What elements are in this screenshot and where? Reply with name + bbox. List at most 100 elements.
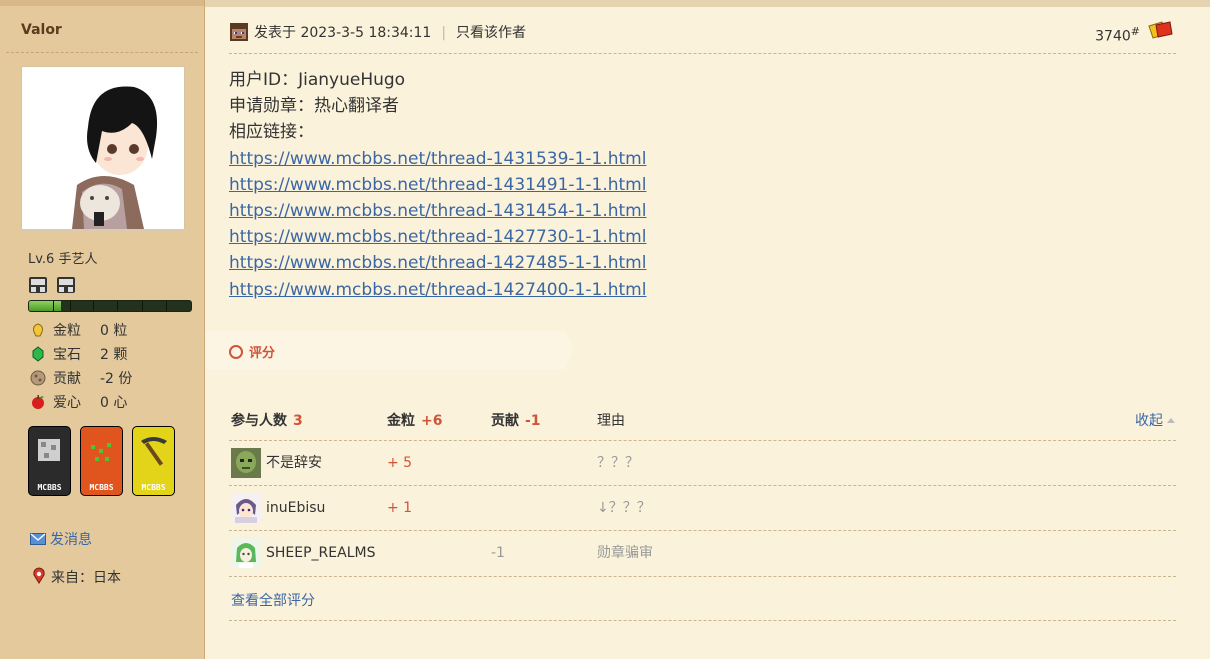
participants-label: 参与人数 [231,413,287,429]
divider [6,52,198,53]
collapse-ratings-button[interactable]: 收起 [1135,410,1176,430]
gold-label: 金粒 [387,413,415,429]
thread-link[interactable]: https://www.mcbbs.net/thread-1427485-1-1… [229,250,646,276]
stat-label: 爱心 [53,395,81,411]
stat-value: 0 粒 [100,323,128,339]
floor-number-value: 3740 [1095,28,1131,45]
stat-value: 2 颗 [100,347,128,363]
rater-name[interactable]: 不是辞安 [266,448,322,478]
steve-head-icon [230,23,248,41]
location-label: 来自： [51,570,93,586]
user-location: 来自：日本 [30,567,121,587]
author-sidebar: Valor Lv.6 手艺人 金粒 0 粒 宝石 2 颗 贡献 -2 份 爱心 … [0,0,205,659]
apple-icon [30,394,46,410]
stat-label: 宝石 [53,347,81,363]
contrib-total: -1 [525,413,541,429]
stat-gems: 宝石 2 颗 [30,346,127,364]
report-flag-icon[interactable] [1146,20,1174,46]
caret-up-icon [1167,418,1175,423]
post-time: 2023-3-5 18:34:11 [300,25,432,41]
gold-nugget-icon [30,322,46,338]
rater-gold: + 5 [387,455,413,471]
rater-reason: 勋章骗审 [597,545,653,561]
divider [229,440,1176,441]
medal-tag: MCBBS [37,483,62,492]
collapse-label: 收起 [1135,413,1163,429]
location-value: 日本 [93,570,121,586]
rater-name[interactable]: inuEbisu [266,493,325,523]
creeper-rank-icon [56,275,76,295]
post-header: 发表于 2023-3-5 18:34:11 | 只看该作者 [230,22,526,42]
emerald-icon [30,346,46,362]
avatar-image [22,67,184,229]
rater-name[interactable]: SHEEP_REALMS [266,538,375,568]
xp-progress-bar [28,300,192,312]
thread-link[interactable]: https://www.mcbbs.net/thread-1431491-1-1… [229,172,646,198]
post-line: 用户ID：JianyueHugo [229,70,406,90]
rater-avatar[interactable] [231,448,261,478]
location-pin-icon [33,567,45,584]
view-all-ratings-link[interactable]: 查看全部评分 [231,590,315,610]
rating-tab[interactable]: 评分 [229,342,275,361]
level-stars [28,275,79,299]
gold-header: 金粒 +6 [387,410,442,430]
post-line: 申请勋章：热心翻译者 [229,96,399,117]
only-author-link[interactable]: 只看该作者 [456,25,526,41]
redstone-medal-icon[interactable]: MCBBS [80,426,123,496]
posted-label: 发表于 [254,25,296,41]
participants-header: 参与人数 3 [231,410,303,430]
rater-reason: ↓？？？ [597,500,651,516]
send-message-link[interactable]: 发消息 [30,529,92,549]
floor-suffix: # [1130,25,1140,38]
stat-label: 贡献 [53,371,81,387]
stat-value: -2 份 [100,371,133,387]
avatar[interactable] [21,66,185,230]
send-message-label: 发消息 [50,532,92,548]
post-body: 用户ID：JianyueHugo 申请勋章：热心翻译者 相应链接： https:… [229,67,646,303]
envelope-icon [30,533,46,545]
author-username[interactable]: Valor [21,22,62,38]
medal-tag: MCBBS [89,483,114,492]
post-line: 相应链接： [229,122,314,143]
post-top-strip [205,0,1210,7]
divider [229,530,1176,531]
medal-tag: MCBBS [141,483,166,492]
participants-count: 3 [293,413,303,429]
divider [229,485,1176,486]
rating-table-header: 参与人数 3 金粒 +6 贡献 -1 理由 [229,410,1176,440]
circle-icon [229,345,243,359]
stat-value: 0 心 [100,395,128,411]
divider [229,53,1176,54]
rating-row: 不是辞安 + 5 ？？？ [229,448,1176,478]
user-level[interactable]: Lv.6 手艺人 [28,248,97,267]
stat-gold: 金粒 0 粒 [30,322,127,340]
xp-progress-fill [29,301,62,311]
iron-ore-medal-icon[interactable]: MCBBS [28,426,71,496]
rating-row: SHEEP_REALMS -1 勋章骗审 [229,538,1176,568]
contrib-header: 贡献 -1 [491,410,541,430]
rater-gold: + 1 [387,500,413,516]
rater-reason: ？？？ [597,455,639,471]
creeper-rank-icon [28,275,48,295]
divider [229,576,1176,577]
contrib-label: 贡献 [491,413,519,429]
stat-contribution: 贡献 -2 份 [30,370,132,388]
pickaxe-medal-icon[interactable]: MCBBS [132,426,175,496]
rater-contrib: -1 [491,545,505,561]
stat-label: 金粒 [53,323,81,339]
thread-link[interactable]: https://www.mcbbs.net/thread-1431454-1-1… [229,198,646,224]
thread-link[interactable]: https://www.mcbbs.net/thread-1431539-1-1… [229,146,646,172]
sidebar-top-bar [0,0,204,6]
floor-number[interactable]: 3740# [1095,25,1140,45]
thread-link[interactable]: https://www.mcbbs.net/thread-1427730-1-1… [229,224,646,250]
rater-avatar[interactable] [231,493,261,523]
avatar-frame [21,229,185,232]
rating-row: inuEbisu + 1 ↓？？？ [229,493,1176,523]
thread-link[interactable]: https://www.mcbbs.net/thread-1427400-1-1… [229,277,646,303]
divider [229,620,1176,621]
rater-avatar[interactable] [231,538,261,568]
gold-total: +6 [421,413,443,429]
contribution-icon [30,370,46,386]
stat-love: 爱心 0 心 [30,394,127,412]
rating-tab-label: 评分 [249,346,276,361]
